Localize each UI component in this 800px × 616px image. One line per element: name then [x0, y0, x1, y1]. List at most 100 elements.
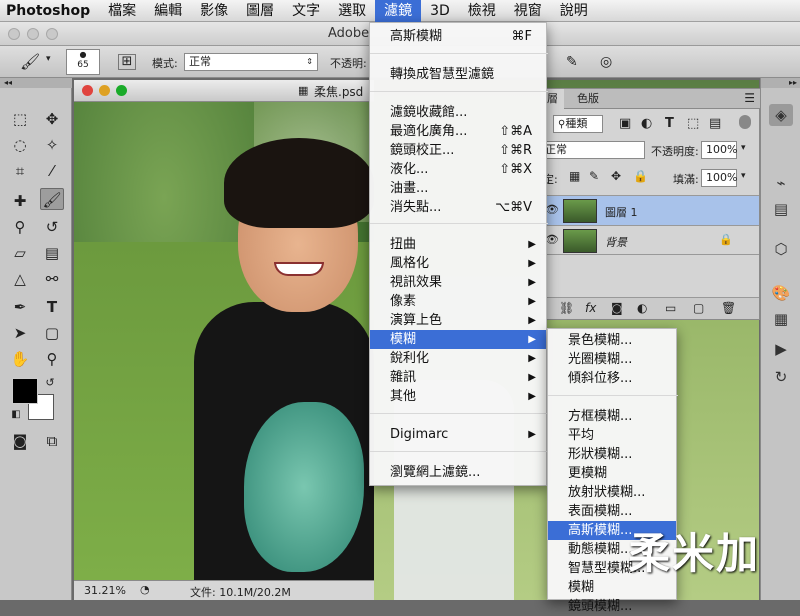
filter-menu-item[interactable]: 高斯模糊 ⌘F: [370, 27, 546, 46]
blur-menu-item[interactable]: 景色模糊...: [548, 331, 676, 350]
blur-menu-item[interactable]: 傾斜位移...: [548, 369, 676, 388]
history-brush-tool-icon[interactable]: ↺: [40, 216, 64, 238]
move-tool-icon[interactable]: ✥: [40, 108, 64, 130]
blur-menu-item[interactable]: 形狀模糊...: [548, 445, 676, 464]
blur-menu-item[interactable]: 更模糊: [548, 464, 676, 483]
brush-tool-icon[interactable]: 🖌: [40, 188, 64, 210]
path-select-tool-icon[interactable]: ➤: [8, 322, 32, 344]
blur-menu-item[interactable]: 方框模糊...: [548, 407, 676, 426]
status-menu-icon[interactable]: ◔: [140, 583, 150, 596]
eyedropper-tool-icon[interactable]: ⁄: [40, 160, 64, 182]
zoom-window-button[interactable]: [46, 28, 58, 40]
swatches-icon[interactable]: 🎨: [769, 282, 793, 304]
layer-opacity-input[interactable]: 100%: [701, 141, 737, 159]
menu-help[interactable]: 說明: [551, 0, 597, 22]
menu-layer[interactable]: 圖層: [237, 0, 283, 22]
healing-brush-tool-icon[interactable]: ✚: [8, 190, 32, 212]
gradient-tool-icon[interactable]: ▤: [40, 242, 64, 264]
crop-tool-icon[interactable]: ⌗: [8, 160, 32, 182]
link-layers-icon[interactable]: ⛓: [559, 301, 574, 315]
menu-select[interactable]: 選取: [329, 0, 375, 22]
filter-menu-item[interactable]: 模糊 ▶: [370, 330, 546, 349]
dodge-tool-icon[interactable]: ⚯: [40, 268, 64, 290]
grid-icon[interactable]: ▦: [769, 308, 793, 330]
lasso-tool-icon[interactable]: ◌: [8, 134, 32, 156]
filter-toggle[interactable]: [739, 115, 751, 129]
menu-type[interactable]: 文字: [283, 0, 329, 22]
zoom-level[interactable]: 31.21%: [84, 584, 126, 597]
blend-mode-select[interactable]: 正常: [541, 141, 645, 159]
filter-menu-item[interactable]: 濾鏡收藏館...: [370, 103, 546, 122]
clone-stamp-tool-icon[interactable]: ⚲: [8, 216, 32, 238]
chevron-down-icon[interactable]: ▾: [741, 143, 746, 153]
delete-layer-icon[interactable]: 🗑: [721, 301, 736, 315]
filter-menu-item[interactable]: 演算上色 ▶: [370, 311, 546, 330]
close-window-button[interactable]: [8, 28, 20, 40]
smart-object-filter-icon[interactable]: ▤: [709, 116, 721, 131]
blur-menu-item[interactable]: 放射狀模糊...: [548, 483, 676, 502]
filter-menu-item[interactable]: 其他 ▶: [370, 387, 546, 406]
eye-icon[interactable]: 👁: [545, 203, 559, 216]
brush-preset-picker[interactable]: ● 65: [66, 49, 100, 75]
shape-filter-icon[interactable]: ⬚: [687, 116, 699, 131]
close-doc-button[interactable]: [82, 85, 93, 96]
blur-menu-item[interactable]: 光圈模糊...: [548, 350, 676, 369]
layers-icon[interactable]: ◈: [769, 104, 793, 126]
layer-name[interactable]: 背景: [605, 234, 627, 250]
filter-menu-item[interactable]: 鏡頭校正... ⇧⌘R: [370, 141, 546, 160]
properties-icon[interactable]: ▤: [769, 198, 793, 220]
filter-menu-item[interactable]: 雜訊 ▶: [370, 368, 546, 387]
adjustment-layer-icon[interactable]: ◐: [637, 301, 647, 315]
menu-filter[interactable]: 濾鏡: [375, 0, 422, 22]
eye-icon[interactable]: 👁: [545, 233, 559, 246]
swap-colors-icon[interactable]: ↺: [38, 372, 62, 394]
type-filter-icon[interactable]: T: [665, 116, 674, 131]
play-actions-icon[interactable]: ▶: [769, 338, 793, 360]
hand-tool-icon[interactable]: ✋: [8, 348, 32, 370]
filter-menu-item[interactable]: 扭曲 ▶: [370, 235, 546, 254]
quick-mask-icon[interactable]: ◙: [8, 430, 32, 452]
mode-select[interactable]: 正常 ⇕: [184, 53, 318, 71]
layer-name[interactable]: 圖層 1: [605, 204, 638, 220]
filter-menu-item[interactable]: 風格化 ▶: [370, 254, 546, 273]
lock-pixels-icon[interactable]: ✎: [589, 169, 599, 183]
document-canvas[interactable]: [74, 102, 374, 580]
filter-menu-item[interactable]: 瀏覽網上濾鏡...: [370, 463, 546, 482]
blur-tool-icon[interactable]: △: [8, 268, 32, 290]
menu-window[interactable]: 視窗: [505, 0, 551, 22]
kind-filter-select[interactable]: ⚲種類: [553, 115, 603, 133]
pressure-opacity-icon[interactable]: ✎: [566, 54, 578, 70]
new-layer-icon[interactable]: ▢: [693, 301, 704, 315]
adjustment-filter-icon[interactable]: ◐: [641, 116, 652, 131]
menu-file[interactable]: 檔案: [99, 0, 145, 22]
type-tool-icon[interactable]: T: [40, 296, 64, 318]
filter-menu-item[interactable]: 銳利化 ▶: [370, 349, 546, 368]
lock-position-icon[interactable]: ✥: [611, 169, 621, 183]
history-icon[interactable]: ↻: [769, 366, 793, 388]
lock-all-icon[interactable]: 🔒: [633, 169, 648, 183]
filter-menu-item[interactable]: 像素 ▶: [370, 292, 546, 311]
eraser-tool-icon[interactable]: ▱: [8, 242, 32, 264]
new-group-icon[interactable]: ▭: [665, 301, 676, 315]
paths-icon[interactable]: ⌁: [769, 172, 793, 194]
quick-select-tool-icon[interactable]: ✧: [40, 134, 64, 156]
fx-icon[interactable]: fx: [585, 301, 596, 315]
filter-menu-item[interactable]: 消失點... ⌥⌘V: [370, 198, 546, 217]
fill-input[interactable]: 100%: [701, 169, 737, 187]
filter-menu-item[interactable]: Digimarc ▶: [370, 425, 546, 444]
menu-photoshop[interactable]: Photoshop: [0, 0, 99, 22]
minimize-doc-button[interactable]: [99, 85, 110, 96]
chevron-down-icon[interactable]: ▾: [741, 171, 746, 181]
menu-view[interactable]: 檢視: [459, 0, 505, 22]
filter-menu-item[interactable]: 轉換成智慧型濾鏡: [370, 65, 546, 84]
minimize-window-button[interactable]: [27, 28, 39, 40]
menu-image[interactable]: 影像: [191, 0, 237, 22]
layer-row-1[interactable]: 👁 圖層 1: [541, 195, 759, 225]
pen-tool-icon[interactable]: ✒: [8, 296, 32, 318]
default-colors-icon[interactable]: ◧: [4, 404, 28, 426]
3d-icon[interactable]: ⬡: [769, 238, 793, 260]
foreground-color-swatch-front[interactable]: [12, 378, 38, 404]
filter-menu-item[interactable]: 液化... ⇧⌘X: [370, 160, 546, 179]
lock-transparency-icon[interactable]: ▦: [569, 169, 580, 183]
layer-row-background[interactable]: 👁 背景 🔒: [541, 225, 759, 255]
